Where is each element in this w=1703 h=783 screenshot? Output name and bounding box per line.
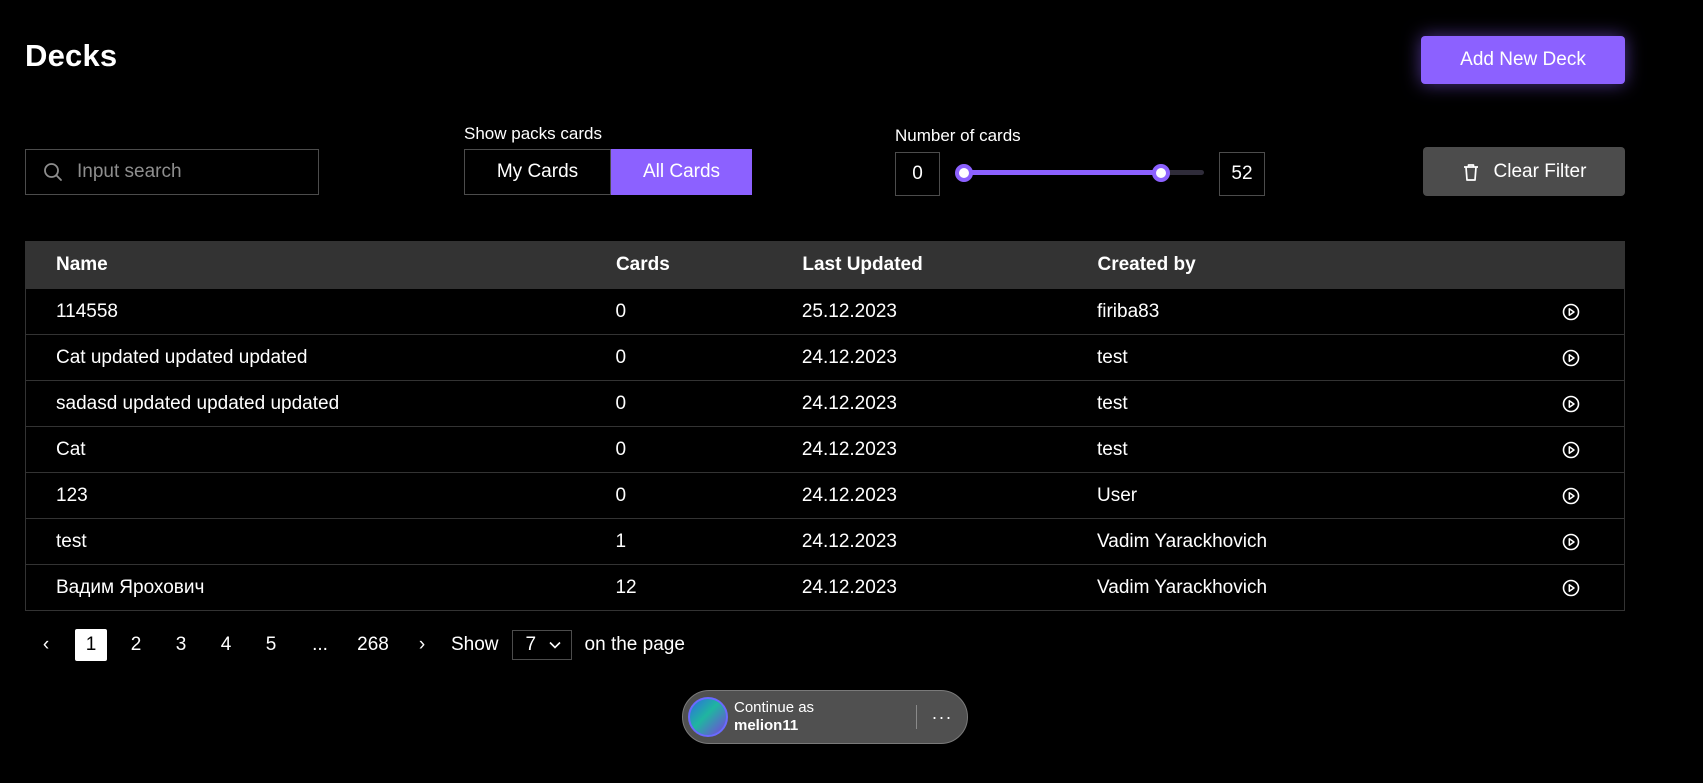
decks-table: Name Cards Last Updated Created by 11455…	[25, 241, 1625, 611]
table-row[interactable]: 114558 0 25.12.2023 firiba83	[25, 288, 1625, 335]
cell-name: 123	[25, 472, 616, 519]
cell-name: test	[25, 518, 616, 565]
cell-created-by: Vadim Yarackhovich	[1096, 564, 1517, 611]
cell-cards: 0	[615, 472, 802, 519]
cell-created-by: Vadim Yarackhovich	[1096, 518, 1517, 565]
table-row[interactable]: Cat updated updated updated 0 24.12.2023 te…	[25, 334, 1625, 381]
page-button[interactable]: 1	[75, 629, 107, 661]
cell-last-updated: 24.12.2023	[801, 334, 1097, 381]
add-new-deck-button[interactable]: Add New Deck	[1421, 36, 1625, 84]
per-page-value: 7	[525, 634, 537, 655]
cell-cards: 0	[615, 334, 802, 381]
range-min-value[interactable]: 0	[895, 152, 940, 196]
play-circle-icon[interactable]	[1562, 349, 1580, 367]
continue-as-username: melion11	[734, 717, 799, 734]
cell-cards: 0	[615, 380, 802, 427]
table-row[interactable]: 123 0 24.12.2023 User	[25, 472, 1625, 519]
cell-last-updated: 24.12.2023	[801, 380, 1097, 427]
cell-created-by: test	[1096, 334, 1517, 381]
show-packs-label: Show packs cards	[464, 124, 602, 143]
tab-all-cards[interactable]: All Cards	[611, 149, 752, 195]
cell-action	[1516, 426, 1625, 473]
table-row[interactable]: test 1 24.12.2023 Vadim Yarackhovich	[25, 518, 1625, 565]
range-max-handle[interactable]	[1152, 164, 1170, 182]
cell-cards: 1	[615, 518, 802, 565]
tab-my-cards[interactable]: My Cards	[464, 149, 611, 195]
play-circle-icon[interactable]	[1562, 487, 1580, 505]
play-circle-icon[interactable]	[1562, 579, 1580, 597]
column-header-created-by[interactable]: Created by	[1096, 241, 1518, 289]
table-header-row: Name Cards Last Updated Created by	[25, 241, 1625, 289]
range-max-value[interactable]: 52	[1219, 152, 1265, 196]
play-circle-icon[interactable]	[1562, 533, 1580, 551]
on-the-page-label: on the page	[584, 634, 685, 655]
search-field[interactable]	[25, 149, 319, 195]
cards-toggle: My Cards All Cards	[464, 149, 752, 195]
search-icon	[44, 163, 62, 181]
cell-cards: 12	[615, 564, 802, 611]
play-circle-icon[interactable]	[1562, 303, 1580, 321]
cell-created-by: firiba83	[1096, 288, 1517, 335]
show-label: Show	[451, 634, 499, 655]
cell-name: Cat	[25, 426, 616, 473]
search-input[interactable]	[75, 160, 299, 184]
clear-filter-label: Clear Filter	[1493, 160, 1587, 182]
page-button[interactable]: 268	[353, 629, 393, 661]
prev-page-button[interactable]: ‹	[30, 629, 62, 661]
cell-last-updated: 24.12.2023	[801, 426, 1097, 473]
continue-as-label: Continue as	[734, 699, 815, 716]
table-row[interactable]: Вадим Ярохович 12 24.12.2023 Vadim Yarackho…	[25, 564, 1625, 611]
number-of-cards-label: Number of cards	[895, 126, 1021, 145]
cell-name: 114558	[25, 288, 616, 335]
cell-action	[1516, 380, 1625, 427]
play-circle-icon[interactable]	[1562, 441, 1580, 459]
continue-as-prompt[interactable]: Continue as melion11 ···	[682, 690, 968, 744]
cell-last-updated: 24.12.2023	[801, 472, 1097, 519]
clear-filter-button[interactable]: Clear Filter	[1423, 147, 1625, 196]
table-row[interactable]: sadasd updated updated updated 0 24.12.202…	[25, 380, 1625, 427]
cell-action	[1516, 288, 1625, 335]
cell-created-by: test	[1096, 426, 1517, 473]
cell-cards: 0	[615, 426, 802, 473]
cell-created-by: User	[1096, 472, 1517, 519]
page-button[interactable]: 2	[120, 629, 152, 661]
page-ellipsis: ...	[312, 634, 328, 655]
page-button[interactable]: 5	[255, 629, 287, 661]
avatar	[688, 697, 728, 737]
trash-icon	[1463, 163, 1478, 181]
column-header-name[interactable]: Name	[25, 241, 616, 289]
continue-as-text: Continue as melion11	[734, 699, 814, 735]
column-header-last-updated[interactable]: Last Updated	[801, 241, 1098, 289]
cell-last-updated: 25.12.2023	[801, 288, 1097, 335]
play-circle-icon[interactable]	[1562, 395, 1580, 413]
cell-name: sadasd updated updated updated	[25, 380, 616, 427]
cell-name: Cat updated updated updated	[25, 334, 616, 381]
table-row[interactable]: Cat 0 24.12.2023 test	[25, 426, 1625, 473]
chevron-down-icon	[548, 641, 561, 649]
cell-action	[1516, 472, 1625, 519]
range-min-handle[interactable]	[955, 164, 973, 182]
column-header-cards[interactable]: Cards	[614, 241, 803, 289]
cell-last-updated: 24.12.2023	[801, 564, 1097, 611]
page-button[interactable]: 4	[210, 629, 242, 661]
pagination: ‹ 1 2 3 4 5... 268 › Show 7 on the page	[30, 629, 685, 661]
page-button[interactable]: 3	[165, 629, 197, 661]
range-slider-fill	[963, 170, 1161, 175]
more-options-icon[interactable]: ···	[917, 707, 967, 728]
cell-action	[1516, 334, 1625, 381]
cell-last-updated: 24.12.2023	[801, 518, 1097, 565]
next-page-button[interactable]: ›	[406, 629, 438, 661]
cell-action	[1516, 518, 1625, 565]
page-title: Decks	[25, 38, 118, 73]
column-header-actions	[1516, 241, 1625, 289]
cell-created-by: test	[1096, 380, 1517, 427]
cell-cards: 0	[615, 288, 802, 335]
cell-name: Вадим Ярохович	[25, 564, 616, 611]
per-page-select[interactable]: 7	[511, 630, 572, 660]
cell-action	[1516, 564, 1625, 611]
